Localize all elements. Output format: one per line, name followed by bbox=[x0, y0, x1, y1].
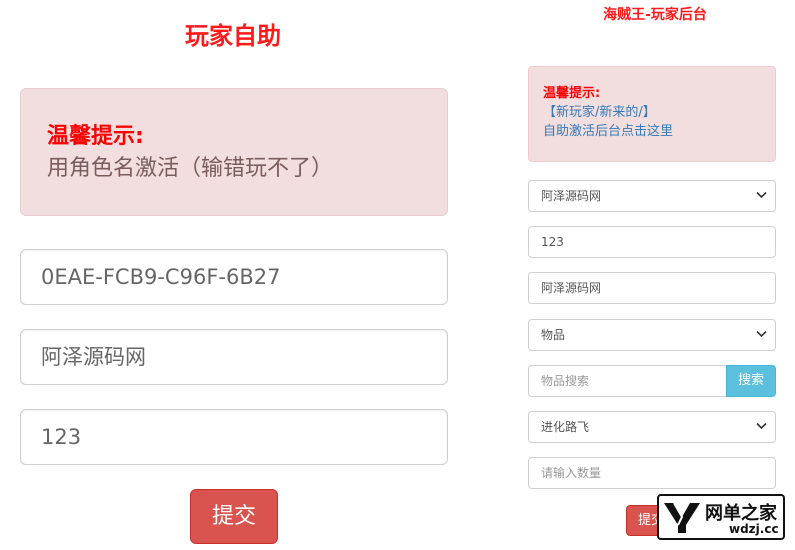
left-submit-button[interactable]: 提交 bbox=[190, 489, 278, 544]
role-name-input[interactable]: 阿泽源码网 bbox=[20, 329, 448, 385]
password-input[interactable]: 123 bbox=[20, 409, 448, 465]
wdzj-logo-icon bbox=[664, 502, 700, 533]
item-search-group: 物品搜索 搜索 bbox=[528, 365, 776, 397]
watermark-logo: 网单之家 wdzj.cc bbox=[657, 494, 785, 540]
chevron-down-icon bbox=[756, 320, 767, 350]
left-tip-alert: 温馨提示: 用角色名激活（输错玩不了） bbox=[20, 88, 448, 216]
right-role-input[interactable]: 阿泽源码网 bbox=[528, 272, 776, 304]
left-tip-title: 温馨提示: bbox=[47, 124, 144, 149]
left-page-title: 玩家自助 bbox=[185, 22, 281, 50]
quantity-placeholder: 请输入数量 bbox=[541, 466, 602, 480]
activation-code-input[interactable]: 0EAE-FCB9-C96F-6B27 bbox=[20, 249, 448, 305]
watermark-en-text: wdzj.cc bbox=[729, 522, 779, 536]
search-button[interactable]: 搜索 bbox=[726, 365, 776, 397]
server-select[interactable]: 阿泽源码网 bbox=[528, 180, 776, 212]
item-search-input[interactable]: 物品搜索 bbox=[528, 365, 726, 397]
right-page-title: 海贼王-玩家后台 bbox=[603, 7, 707, 23]
right-tip-alert: 温馨提示: 【新玩家/新来的/】 自助激活后台点击这里 bbox=[528, 66, 776, 162]
chevron-down-icon bbox=[756, 412, 767, 442]
quantity-input[interactable]: 请输入数量 bbox=[528, 457, 776, 489]
right-password-input[interactable]: 123 bbox=[528, 226, 776, 258]
new-player-link[interactable]: 【新玩家/新来的/】 bbox=[543, 103, 761, 122]
item-select[interactable]: 进化路飞 bbox=[528, 411, 776, 443]
type-select[interactable]: 物品 bbox=[528, 319, 776, 351]
right-tip-title: 温馨提示: bbox=[543, 86, 601, 101]
left-tip-text: 用角色名激活（输错玩不了） bbox=[47, 156, 334, 181]
self-activate-link[interactable]: 自助激活后台点击这里 bbox=[543, 122, 761, 141]
type-select-value: 物品 bbox=[541, 328, 566, 342]
server-select-value: 阿泽源码网 bbox=[541, 189, 602, 203]
item-select-value: 进化路飞 bbox=[541, 420, 590, 434]
chevron-down-icon bbox=[756, 181, 767, 211]
